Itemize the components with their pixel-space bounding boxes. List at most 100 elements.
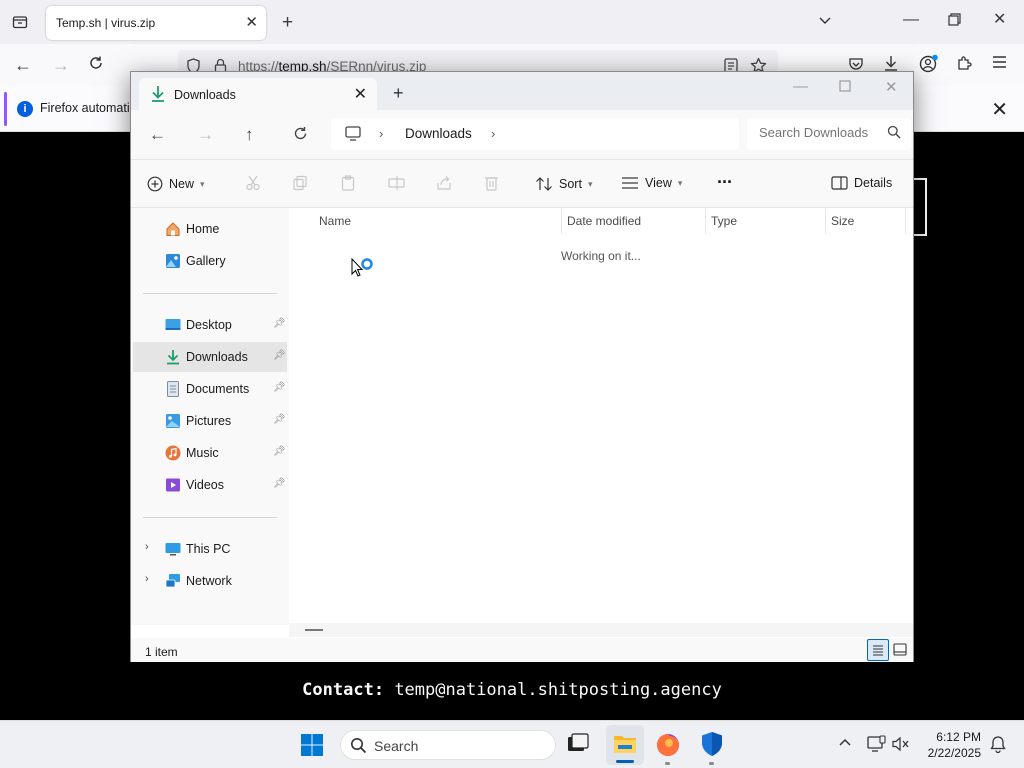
close-tab-icon[interactable]: ✕ [354, 84, 367, 104]
column-divider[interactable] [905, 208, 906, 234]
nav-item-videos[interactable]: Videos 📌︎ [133, 470, 287, 500]
nav-item-network[interactable]: › Network [133, 566, 287, 596]
pin-icon[interactable]: 📌︎ [273, 350, 286, 361]
nav-item-pictures[interactable]: Pictures 📌︎ [133, 406, 287, 436]
paste-icon[interactable] [340, 175, 356, 194]
close-tab-icon[interactable]: ✕ [245, 13, 258, 31]
reload-icon[interactable] [88, 55, 104, 75]
details-button[interactable]: Details [831, 176, 892, 190]
nav-label: Desktop [186, 318, 232, 332]
forward-icon[interactable]: → [197, 125, 214, 145]
tiles-view-icon [893, 643, 907, 656]
taskbar-file-explorer-active[interactable] [606, 725, 644, 765]
refresh-icon[interactable] [293, 126, 308, 146]
pin-icon[interactable]: 📌︎ [273, 318, 286, 329]
notifications-icon[interactable] [989, 735, 1007, 756]
windows-security-icon[interactable] [700, 731, 724, 760]
close-window-icon[interactable]: ✕ [993, 12, 1006, 28]
nav-item-documents[interactable]: Documents 📌︎ [133, 374, 287, 404]
back-icon[interactable]: ← [149, 125, 166, 145]
chevron-right-icon[interactable]: › [491, 126, 495, 141]
restore-icon[interactable] [948, 13, 961, 30]
cut-icon[interactable] [245, 175, 261, 194]
chevron-up-icon[interactable] [838, 736, 852, 751]
nav-item-gallery[interactable]: Gallery [133, 246, 287, 276]
scrollbar-thumb[interactable] [305, 629, 323, 631]
forward-icon[interactable]: → [52, 56, 70, 74]
copy-icon[interactable] [292, 175, 308, 194]
new-tab-icon[interactable]: + [282, 13, 293, 32]
chevron-right-icon[interactable]: › [379, 126, 383, 141]
item-count: 1 item [145, 645, 178, 659]
column-header-type[interactable]: Type [711, 214, 737, 228]
explorer-search-box[interactable] [747, 118, 911, 150]
column-header-size[interactable]: Size [831, 214, 854, 228]
rename-icon[interactable] [388, 175, 405, 194]
column-header-date-modified[interactable]: Date modified [567, 214, 641, 228]
nav-item-this-pc[interactable]: › This PC [133, 534, 287, 564]
minimize-icon[interactable]: — [903, 12, 919, 28]
pin-icon[interactable]: 📌︎ [273, 446, 286, 457]
details-pane-icon [831, 176, 848, 190]
tab-list-icon[interactable] [12, 14, 28, 34]
chevron-right-icon[interactable]: › [145, 573, 149, 585]
explorer-tab[interactable]: Downloads ✕ [139, 78, 377, 111]
nav-label: Gallery [186, 254, 226, 268]
column-divider[interactable] [825, 208, 826, 234]
close-window-icon[interactable]: ✕ [885, 78, 898, 96]
extensions-icon[interactable] [956, 55, 973, 76]
horizontal-scrollbar[interactable] [289, 623, 913, 637]
pin-icon[interactable]: 📌︎ [273, 414, 286, 425]
nav-label: Music [186, 446, 219, 460]
firefox-icon[interactable] [655, 732, 681, 761]
this-pc-icon [165, 541, 181, 557]
search-input[interactable] [759, 125, 869, 140]
menu-icon[interactable] [992, 55, 1007, 73]
contact-email[interactable]: temp@national.shitposting.agency [394, 680, 722, 700]
up-icon[interactable]: ↑ [245, 125, 254, 145]
nav-label: This PC [186, 542, 231, 556]
breadcrumb[interactable]: › Downloads › [331, 118, 739, 150]
nav-item-home[interactable]: Home [133, 214, 287, 244]
details-view-toggle[interactable] [867, 639, 889, 661]
taskbar-search-box[interactable]: Search [340, 730, 556, 760]
task-view-icon[interactable] [567, 733, 589, 758]
tiles-view-toggle[interactable] [893, 643, 907, 660]
close-notification-icon[interactable]: ✕ [991, 97, 1008, 122]
more-options-button[interactable]: ··· [717, 172, 733, 193]
system-clock[interactable]: 6:12 PM 2/22/2025 [928, 729, 981, 761]
new-tab-icon[interactable]: + [393, 83, 404, 104]
column-divider[interactable] [561, 208, 562, 234]
delete-icon[interactable] [484, 175, 499, 194]
home-icon [165, 221, 181, 237]
running-indicator [665, 762, 670, 765]
minimize-icon[interactable]: — [793, 78, 808, 95]
browser-tab[interactable]: Temp.sh | virus.zip ✕ [46, 6, 266, 40]
volume-muted-icon[interactable] [892, 736, 910, 755]
nav-item-desktop[interactable]: Desktop 📌︎ [133, 310, 287, 340]
sort-button[interactable]: Sort ▾ [535, 176, 592, 192]
breadcrumb-segment-downloads[interactable]: Downloads [405, 126, 472, 141]
pin-icon[interactable]: 📌︎ [273, 382, 286, 393]
column-divider[interactable] [705, 208, 706, 234]
videos-icon [165, 477, 181, 493]
back-icon[interactable]: ← [14, 56, 32, 74]
share-icon[interactable] [436, 175, 452, 194]
contact-label: Contact: [302, 680, 385, 700]
windows-start-icon[interactable] [300, 733, 324, 760]
contact-line: Contact: temp@national.shitposting.agenc… [0, 680, 1024, 700]
mouse-cursor-busy-icon [351, 257, 377, 287]
monitor-icon[interactable] [345, 126, 361, 144]
maximize-icon[interactable] [839, 79, 851, 96]
nav-item-music[interactable]: Music 📌︎ [133, 438, 287, 468]
new-button[interactable]: New ▾ [147, 176, 205, 192]
nav-item-downloads[interactable]: Downloads 📌︎ [133, 342, 287, 372]
pin-icon[interactable]: 📌︎ [273, 478, 286, 489]
column-header-name[interactable]: Name [319, 214, 351, 228]
nav-label: Videos [186, 478, 224, 492]
network-status-icon[interactable] [866, 735, 886, 756]
account-icon[interactable] [919, 54, 939, 78]
chevron-right-icon[interactable]: › [145, 541, 149, 553]
list-all-tabs-icon[interactable] [818, 14, 832, 32]
view-button[interactable]: View ▾ [621, 176, 682, 190]
